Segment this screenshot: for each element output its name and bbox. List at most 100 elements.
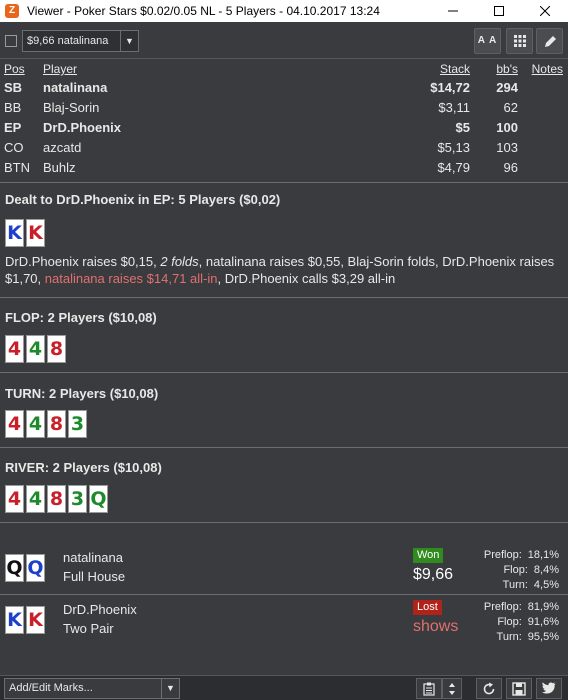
replay-button[interactable]	[476, 678, 502, 699]
stat-row: Preflop: 81,9%	[467, 600, 559, 615]
player-name: azcatd	[43, 140, 82, 155]
divider	[0, 372, 568, 373]
divider	[0, 297, 568, 298]
player-stack: $5	[455, 120, 470, 135]
table-row[interactable]: BTN Buhlz $4,79 96	[0, 158, 568, 178]
mark-checkbox[interactable]	[5, 35, 17, 47]
turn-cards: 4 4 8 3	[5, 410, 89, 438]
showdown-cards: Q Q	[5, 554, 47, 582]
turn-title: TURN: 2 Players ($10,08)	[5, 386, 159, 401]
hand-select-value: $9,66 natalinana	[27, 35, 109, 47]
action-text: DrD.Phoenix raises $0,15,	[5, 254, 161, 269]
player-pos: CO	[4, 140, 24, 155]
player-bbs: 103	[496, 140, 518, 155]
action-text: , DrD.Phoenix calls $3,29 all-in	[217, 271, 396, 286]
marks-select-label: Add/Edit Marks...	[9, 682, 93, 694]
stat-value: 95,5%	[527, 631, 559, 643]
stat-value: 91,6%	[527, 616, 559, 628]
preflop-actions: DrD.Phoenix raises $0,15, 2 folds, natal…	[5, 253, 563, 287]
player-name: natalinana	[43, 80, 108, 95]
showdown-player: K K DrD.Phoenix Two Pair Lost shows Pref…	[0, 596, 568, 646]
clipboard-button[interactable]	[416, 678, 442, 699]
flop-title: FLOP: 2 Players ($10,08)	[5, 310, 157, 325]
minimize-button[interactable]	[430, 0, 476, 22]
playing-card: K	[5, 219, 24, 247]
stat-value: 8,4%	[533, 564, 559, 576]
hand-select[interactable]: $9,66 natalinana ▼	[22, 30, 139, 52]
player-pos: EP	[4, 120, 22, 135]
player-bbs: 96	[503, 160, 518, 175]
playing-card: K	[26, 606, 45, 634]
toolbar: $9,66 natalinana ▼ A A	[0, 22, 568, 59]
bottom-bar: Add/Edit Marks... ▼	[0, 675, 568, 700]
edit-button[interactable]	[536, 28, 563, 54]
stat-label: Turn:	[502, 579, 528, 591]
twitter-button[interactable]	[536, 678, 562, 699]
players-table: Pos Player Stack bb's Notes SB natalinan…	[0, 60, 568, 182]
divider	[0, 522, 568, 523]
stat-row: Turn: 95,5%	[467, 630, 559, 645]
close-button[interactable]	[522, 0, 568, 22]
header-stack[interactable]: Stack	[440, 62, 470, 76]
header-bbs[interactable]: bb's	[496, 62, 518, 76]
result-badge: Lost	[413, 600, 442, 615]
showdown-hand-rank: Two Pair	[63, 621, 114, 636]
stat-value: 18,1%	[527, 549, 559, 561]
grid-icon	[513, 35, 526, 47]
playing-card: 3	[68, 485, 87, 513]
divider	[0, 182, 568, 183]
equity-stats: Preflop: 18,1% Flop: 8,4% Turn: 4,5%	[467, 548, 559, 593]
table-row[interactable]: SB natalinana $14,72 294	[0, 78, 568, 98]
divider	[0, 594, 568, 595]
player-bbs: 62	[503, 100, 518, 115]
marks-select[interactable]: Add/Edit Marks... ▼	[4, 678, 180, 699]
allin-action-text: natalinana raises $14,71 all-in	[44, 271, 218, 286]
stat-row: Flop: 91,6%	[467, 615, 559, 630]
window-title: Viewer - Poker Stars $0.02/0.05 NL - 5 P…	[27, 4, 380, 18]
divider	[0, 447, 568, 448]
chevron-down-icon: ▼	[120, 31, 138, 51]
result-amount: shows	[413, 618, 459, 635]
playing-card: K	[26, 219, 45, 247]
playing-card: 8	[47, 335, 66, 363]
playing-card: 4	[26, 335, 45, 363]
stat-label: Turn:	[496, 631, 522, 643]
table-row[interactable]: CO azcatd $5,13 103	[0, 138, 568, 158]
stat-row: Turn: 4,5%	[467, 578, 559, 593]
playing-card: K	[5, 606, 24, 634]
table-row[interactable]: BB Blaj-Sorin $3,11 62	[0, 98, 568, 118]
player-stack: $5,13	[437, 140, 470, 155]
maximize-button[interactable]	[476, 0, 522, 22]
playing-card: Q	[89, 485, 108, 513]
spinner-button[interactable]	[442, 678, 462, 699]
title-bar: Z Viewer - Poker Stars $0.02/0.05 NL - 5…	[0, 0, 568, 22]
close-icon	[539, 5, 551, 17]
table-row[interactable]: EP DrD.Phoenix $5 100	[0, 118, 568, 138]
playing-card: 8	[47, 410, 66, 438]
stat-value: 81,9%	[527, 601, 559, 613]
stat-label: Flop:	[503, 564, 528, 576]
save-icon	[512, 682, 526, 696]
player-pos: BTN	[4, 160, 30, 175]
player-pos: BB	[4, 100, 22, 115]
playing-card: 4	[5, 410, 24, 438]
twitter-icon	[541, 682, 556, 694]
header-notes[interactable]: Notes	[532, 62, 563, 76]
player-name: Blaj-Sorin	[43, 100, 100, 115]
river-title: RIVER: 2 Players ($10,08)	[5, 460, 162, 475]
grid-button[interactable]	[506, 28, 533, 54]
playing-card: 3	[68, 410, 87, 438]
header-player[interactable]: Player	[43, 62, 77, 76]
font-size-button[interactable]: A A	[474, 28, 501, 54]
playing-card: Q	[5, 554, 24, 582]
save-button[interactable]	[506, 678, 532, 699]
stat-label: Preflop:	[483, 549, 522, 561]
chevron-down-icon: ▼	[161, 679, 179, 698]
stat-label: Flop:	[497, 616, 522, 628]
header-pos[interactable]: Pos	[4, 62, 25, 76]
window-controls	[430, 0, 568, 22]
stat-row: Flop: 8,4%	[467, 563, 559, 578]
showdown-player-name: natalinana	[63, 550, 123, 565]
player-name: Buhlz	[43, 160, 76, 175]
up-down-arrows-icon	[449, 683, 455, 695]
